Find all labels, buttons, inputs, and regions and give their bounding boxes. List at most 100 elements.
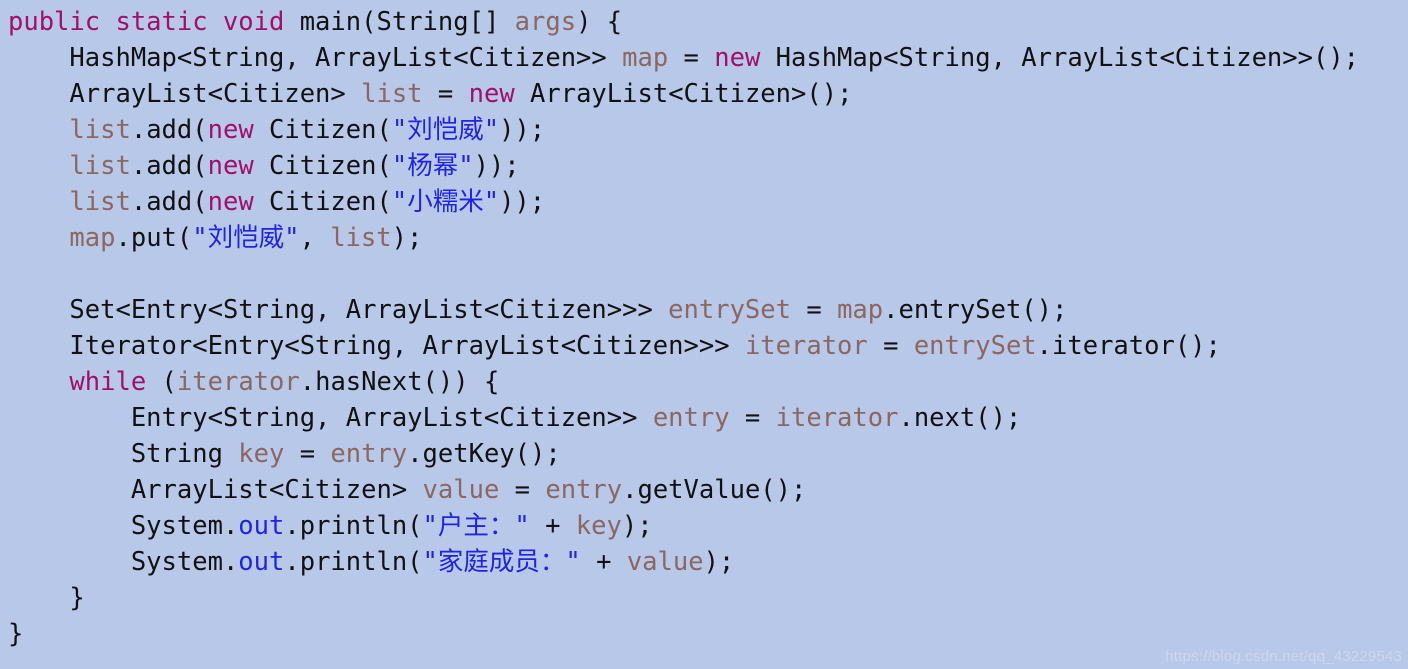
code-token-kw: new xyxy=(207,187,254,217)
code-token-var: key xyxy=(238,439,285,469)
code-token-type: String xyxy=(130,439,239,469)
code-token-plain: .put( xyxy=(115,223,193,253)
code-token-var: map xyxy=(622,43,669,73)
code-token-plain: ( xyxy=(361,7,377,37)
code-token-fld: out xyxy=(238,547,285,577)
code-line: ArrayList<Citizen> list = new ArrayList<… xyxy=(0,76,1408,112)
code-token-plain: .hasNext()) { xyxy=(299,367,500,397)
csdn-watermark: https://blog.csdn.net/qq_43229543 xyxy=(1165,648,1402,665)
code-token-type: main xyxy=(299,7,362,37)
code-line: list.add(new Citizen("小糯米")); xyxy=(0,184,1408,220)
code-token-plain: System. xyxy=(130,511,239,541)
code-token-var: entrySet xyxy=(668,295,791,325)
code-token-plain: ( xyxy=(146,367,177,397)
code-token-var: entry xyxy=(652,403,730,433)
code-token-plain: .getValue(); xyxy=(622,475,807,505)
code-token-str: "刘恺威" xyxy=(192,223,300,253)
code-token-plain: .entrySet(); xyxy=(883,295,1068,325)
code-token-plain: System. xyxy=(130,547,239,577)
code-lines-container: public static void main(String[] args) {… xyxy=(0,4,1408,652)
code-token-plain: = xyxy=(422,79,469,109)
code-token-plain: ); xyxy=(391,223,423,253)
code-token-var: entrySet xyxy=(913,331,1037,361)
code-line: String key = entry.getKey(); xyxy=(0,436,1408,472)
code-token-str: "小糯米" xyxy=(391,187,500,217)
code-token-str: "户主：" xyxy=(422,511,530,541)
code-token-plain: = xyxy=(284,439,331,469)
code-token-plain: )); xyxy=(499,115,546,145)
code-token-var: list xyxy=(69,115,131,145)
code-token-plain: } xyxy=(69,583,85,613)
code-token-kw: new xyxy=(468,79,515,109)
code-line: } xyxy=(0,616,1408,652)
code-token-type: String xyxy=(376,7,469,37)
code-token-plain: .add( xyxy=(130,115,208,145)
code-token-plain: + xyxy=(529,511,576,541)
code-line: Iterator<Entry<String, ArrayList<Citizen… xyxy=(0,328,1408,364)
code-token-kw: public static void xyxy=(8,7,300,37)
code-line: HashMap<String, ArrayList<Citizen>> map … xyxy=(0,40,1408,76)
code-token-var: list xyxy=(69,151,131,181)
code-token-plain: ) { xyxy=(576,7,623,37)
code-line: list.add(new Citizen("杨幂")); xyxy=(0,148,1408,184)
code-token-plain: ); xyxy=(703,547,735,577)
code-line: ArrayList<Citizen> value = entry.getValu… xyxy=(0,472,1408,508)
code-token-var: list xyxy=(69,187,131,217)
code-token-type: ArrayList<Citizen> xyxy=(69,79,362,109)
code-token-plain: } xyxy=(8,619,24,649)
code-token-type: Entry<String, ArrayList<Citizen>> xyxy=(130,403,653,433)
code-token-var: value xyxy=(626,547,704,577)
code-token-type: ArrayList<Citizen> xyxy=(130,475,423,505)
code-token-str: "杨幂" xyxy=(391,151,474,181)
code-token-var: iterator xyxy=(176,367,300,397)
code-line: Entry<String, ArrayList<Citizen>> entry … xyxy=(0,400,1408,436)
code-line: list.add(new Citizen("刘恺威")); xyxy=(0,112,1408,148)
code-line: } xyxy=(0,580,1408,616)
code-token-plain: = xyxy=(668,43,715,73)
code-token-kw: while xyxy=(69,367,147,397)
code-token-var: key xyxy=(575,511,622,541)
code-line: System.out.println("家庭成员：" + value); xyxy=(0,544,1408,580)
code-token-plain: .println( xyxy=(284,547,423,577)
code-token-plain: , xyxy=(299,223,331,253)
code-token-kw: new xyxy=(714,43,761,73)
code-token-kw: new xyxy=(207,151,254,181)
code-token-type: HashMap<String, ArrayList<Citizen>> xyxy=(69,43,623,73)
code-token-var: args xyxy=(514,7,577,37)
code-token-fld: out xyxy=(238,511,285,541)
code-token-plain: + xyxy=(580,547,627,577)
code-line: Set<Entry<String, ArrayList<Citizen>>> e… xyxy=(0,292,1408,328)
code-token-type: Citizen( xyxy=(253,151,392,181)
code-line: public static void main(String[] args) { xyxy=(0,4,1408,40)
code-token-type: ArrayList<Citizen>(); xyxy=(514,79,853,109)
code-token-var: iterator xyxy=(775,403,899,433)
code-token-plain: )); xyxy=(499,187,546,217)
code-token-var: entry xyxy=(545,475,623,505)
code-token-plain: .iterator(); xyxy=(1036,331,1221,361)
code-token-var: list xyxy=(361,79,423,109)
code-token-type: HashMap<String, ArrayList<Citizen>>(); xyxy=(760,43,1360,73)
code-token-plain: .getKey(); xyxy=(407,439,561,469)
code-token-plain: = xyxy=(499,475,546,505)
code-token-plain: .next(); xyxy=(898,403,1022,433)
code-token-plain: = xyxy=(867,331,914,361)
code-token-var: iterator xyxy=(744,331,868,361)
code-token-type: Citizen( xyxy=(253,115,392,145)
code-token-plain: ); xyxy=(621,511,653,541)
code-token-var: list xyxy=(330,223,392,253)
code-line: map.put("刘恺威", list); xyxy=(0,220,1408,256)
